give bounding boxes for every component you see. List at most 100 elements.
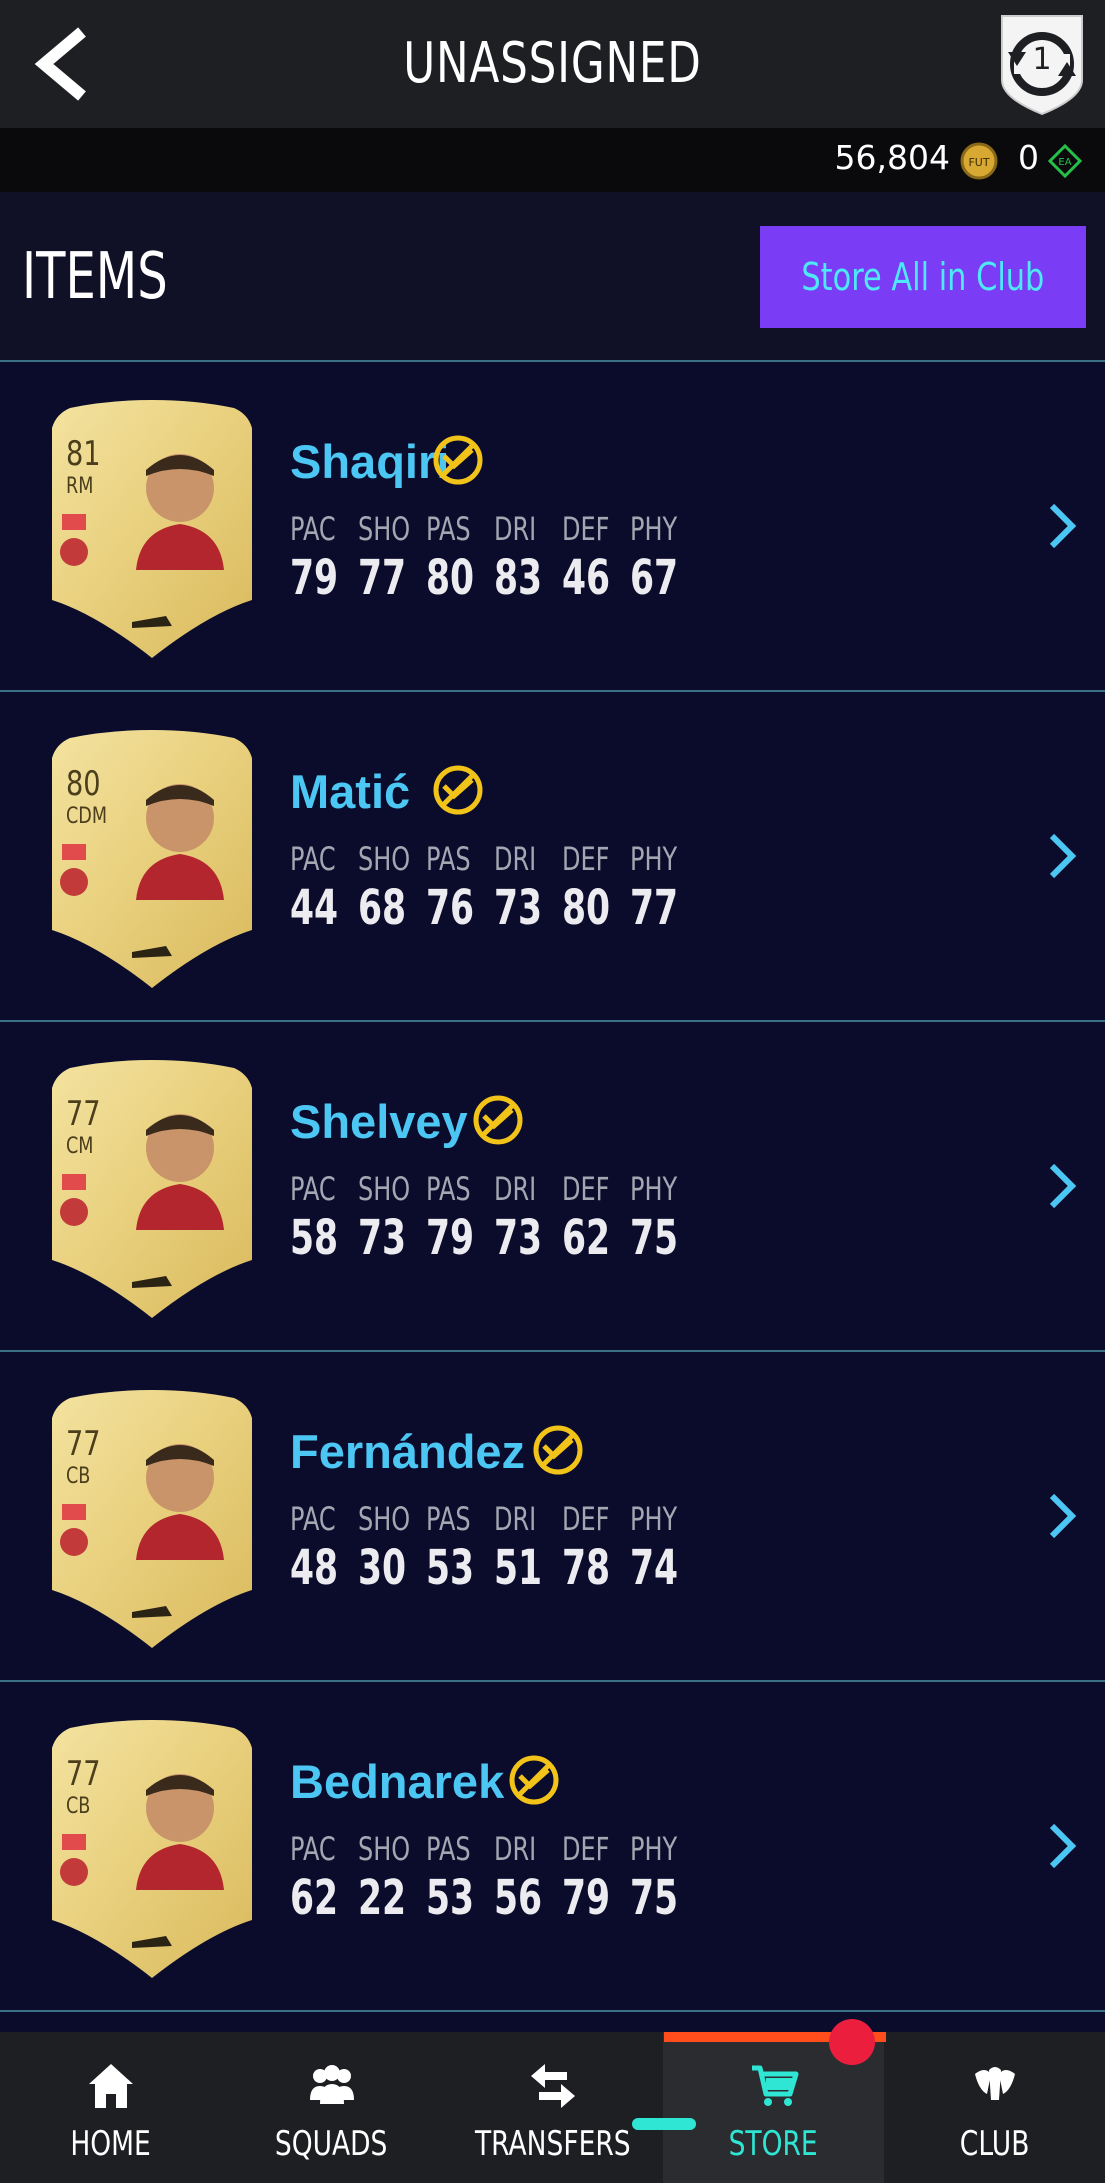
club-badge-icon	[60, 1198, 88, 1226]
card-position: CM	[66, 1134, 94, 1159]
stat-values: 44 68 76 73 80 77	[290, 880, 698, 936]
swipe-indicator	[632, 2118, 696, 2130]
stat-value: 53	[426, 1870, 475, 1926]
chevron-right-icon	[1049, 503, 1077, 549]
stat-label: PAC	[290, 1500, 336, 1538]
chevron-right-icon	[1049, 833, 1077, 879]
nav-home[interactable]: HOME	[0, 2032, 221, 2183]
stat-label: PHY	[630, 1830, 678, 1868]
store-all-label: Store All in Club	[801, 255, 1045, 299]
stat-label: DEF	[562, 1830, 610, 1868]
stat-value: 56	[494, 1870, 543, 1926]
store-all-in-club-button[interactable]: Store All in Club	[760, 226, 1086, 328]
stat-label: PAS	[426, 1500, 471, 1538]
stat-value: 79	[290, 550, 339, 606]
chevron-left-icon	[34, 27, 86, 101]
stat-label: DEF	[562, 510, 610, 548]
stat-label: PAS	[426, 1830, 471, 1868]
stat-value: 51	[494, 1540, 543, 1596]
stat-label: SHO	[358, 1830, 411, 1868]
stat-label: SHO	[358, 510, 411, 548]
nav-squads[interactable]: SQUADS	[221, 2032, 442, 2183]
stat-values: 58 73 79 73 62 75	[290, 1210, 698, 1266]
stat-value: 74	[630, 1540, 679, 1596]
nation-flag-icon	[62, 844, 86, 860]
card-rating: 77	[66, 1754, 101, 1794]
stat-label: PAS	[426, 510, 471, 548]
transfers-icon	[531, 2064, 575, 2108]
card-rating: 80	[66, 764, 101, 804]
nav-club[interactable]: CLUB	[884, 2032, 1105, 2183]
stat-value: 48	[290, 1540, 339, 1596]
notification-dot	[829, 2019, 875, 2065]
untradeable-icon	[533, 1425, 583, 1475]
stat-value: 75	[630, 1870, 679, 1926]
stat-label: PAS	[426, 840, 471, 878]
stat-value: 79	[426, 1210, 475, 1266]
stat-label: SHO	[358, 840, 411, 878]
stat-label: DEF	[562, 1170, 610, 1208]
stat-value: 80	[426, 550, 475, 606]
stat-value: 46	[562, 550, 611, 606]
chevron-right-icon	[1049, 1163, 1077, 1209]
card-position: RM	[66, 474, 94, 499]
nation-flag-icon	[62, 1174, 86, 1190]
untradeable-icon	[433, 435, 483, 485]
player-row[interactable]: 80 CDM Matić PAC SHO PAS DRI DEF PHY 44 68 76 73…	[0, 692, 1105, 1022]
stat-labels: PAC SHO PAS DRI DEF PHY	[290, 510, 698, 548]
stat-value: 68	[358, 880, 407, 936]
stat-value: 73	[494, 1210, 543, 1266]
store-cart-icon	[752, 2065, 799, 2106]
stat-values: 48 30 53 51 78 74	[290, 1540, 698, 1596]
card-rating: 81	[66, 434, 101, 474]
stat-value: 44	[290, 880, 339, 936]
stat-value: 30	[358, 1540, 407, 1596]
points-value: 0	[1018, 138, 1039, 177]
back-button[interactable]	[30, 22, 100, 106]
player-list: 81 RM Shaqiri PAC SHO PAS DRI DEF PHY 79 77 80 8…	[0, 362, 1105, 2012]
player-row[interactable]: 77 CB Fernández PAC SHO PAS DRI DEF PHY 48 30 5…	[0, 1352, 1105, 1682]
untradeable-icon	[433, 765, 483, 815]
stat-value: 58	[290, 1210, 339, 1266]
untradeable-icon	[509, 1755, 559, 1805]
stat-label: DRI	[494, 1500, 537, 1538]
stat-value: 62	[290, 1870, 339, 1926]
player-row[interactable]: 81 RM Shaqiri PAC SHO PAS DRI DEF PHY 79 77 80 8…	[0, 362, 1105, 692]
stat-value: 75	[630, 1210, 679, 1266]
chevron-right-icon	[1049, 1493, 1077, 1539]
stat-label: PHY	[630, 1500, 678, 1538]
nav-transfers[interactable]: TRANSFERS	[442, 2032, 663, 2183]
stat-value: 77	[630, 880, 679, 936]
home-icon	[89, 2064, 133, 2108]
stat-labels: PAC SHO PAS DRI DEF PHY	[290, 1500, 698, 1538]
player-name: Shaqiri	[290, 435, 450, 488]
stat-value: 73	[494, 880, 543, 936]
svg-text:FUT: FUT	[968, 156, 989, 169]
player-row[interactable]: 77 CM Shelvey PAC SHO PAS DRI DEF PHY 58 73 79 7…	[0, 1022, 1105, 1352]
shield-count: 1	[1032, 42, 1052, 77]
stat-label: PAC	[290, 1830, 336, 1868]
stat-label: DRI	[494, 1830, 537, 1868]
stat-label: SHO	[358, 1170, 411, 1208]
club-badge-icon	[60, 538, 88, 566]
stat-label: PHY	[630, 1170, 678, 1208]
stat-label: PAC	[290, 510, 336, 548]
stat-label: DEF	[562, 840, 610, 878]
stat-label: DRI	[494, 1170, 537, 1208]
fifa-points-icon: EA	[1047, 143, 1083, 183]
nav-store-label: STORE	[728, 2124, 819, 2164]
stat-label: DRI	[494, 510, 537, 548]
player-row[interactable]: 77 CB Bednarek PAC SHO PAS DRI DEF PHY 62 22 53…	[0, 1682, 1105, 2012]
nav-club-label: CLUB	[959, 2124, 1030, 2164]
stat-label: DEF	[562, 1500, 610, 1538]
stat-labels: PAC SHO PAS DRI DEF PHY	[290, 840, 698, 878]
nav-home-label: HOME	[70, 2124, 151, 2164]
stat-value: 78	[562, 1540, 611, 1596]
stat-value: 22	[358, 1870, 407, 1926]
card-rating: 77	[66, 1094, 101, 1134]
stat-value: 77	[358, 550, 407, 606]
stat-label: PHY	[630, 510, 678, 548]
stat-value: 62	[562, 1210, 611, 1266]
untradeable-icon	[473, 1095, 523, 1145]
page-title: UNASSIGNED	[403, 31, 702, 96]
